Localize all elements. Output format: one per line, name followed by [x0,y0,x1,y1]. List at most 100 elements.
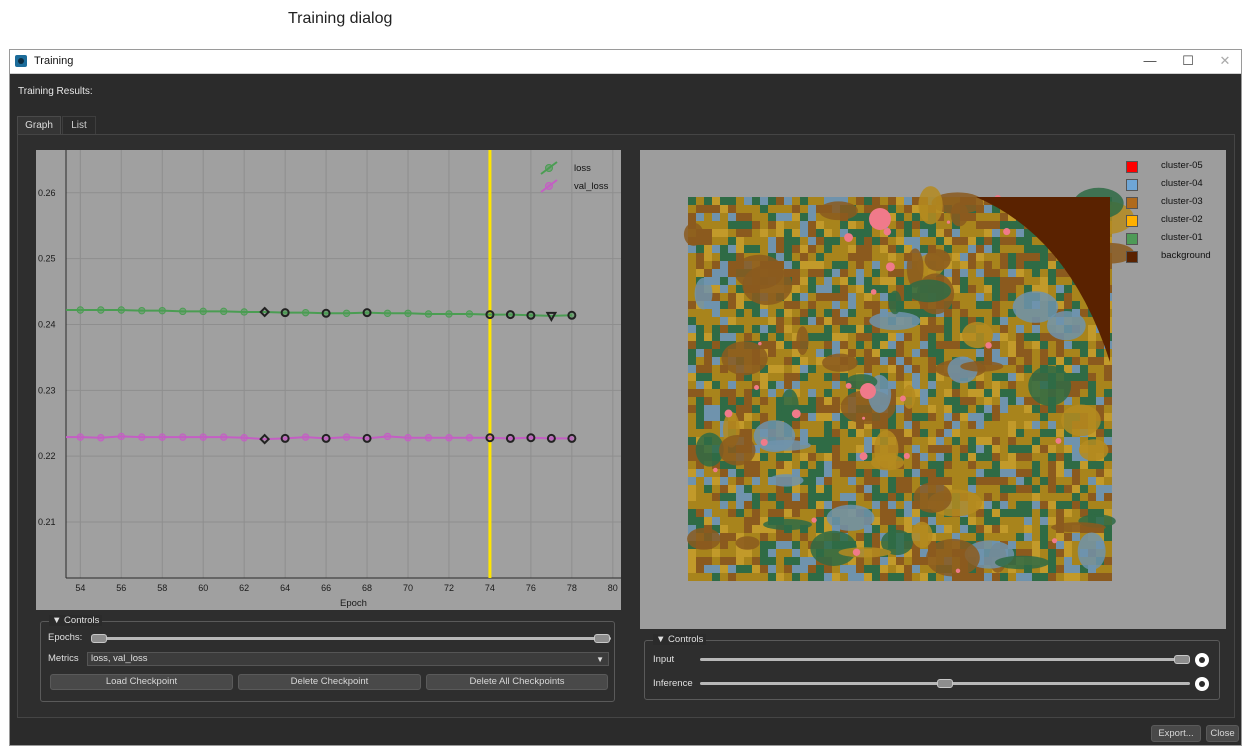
inference-label: Inference [653,678,693,689]
legend-label-loss: loss [574,163,591,174]
point-loss [465,310,474,318]
legend-item-background: background [1126,250,1226,264]
point-val_loss [117,432,125,441]
point-val_loss [179,433,187,441]
x-tick-label: 62 [239,583,249,593]
training-results-label: Training Results: [18,86,93,97]
legend-item-cluster-04: cluster-04 [1126,178,1226,192]
x-tick-label: 74 [485,583,495,593]
point-loss [219,307,228,316]
delete-checkpoint-button[interactable]: Delete Checkpoint [238,674,421,690]
point-val_loss [424,434,433,442]
x-tick-label: 72 [444,583,454,593]
point-val_loss [97,434,105,442]
legend-item-cluster-01: cluster-01 [1126,232,1226,246]
checkpoint-marker-loss [567,310,577,320]
dialog-caption: Training dialog [288,10,393,27]
epochs-slider-end-handle[interactable] [594,634,610,643]
point-loss [97,306,105,314]
point-loss [301,308,310,317]
point-val_loss [301,433,310,441]
close-button[interactable]: Close [1206,725,1239,742]
checkpoint-marker-val_loss [546,433,556,443]
app-icon [15,55,27,67]
point-val_loss [158,433,166,441]
load-checkpoint-button[interactable]: Load Checkpoint [50,674,233,690]
minimize-button[interactable]: — [1135,50,1165,73]
input-slider-handle[interactable] [1174,655,1190,664]
y-tick-label: 0.23 [38,385,56,395]
x-tick-label: 80 [608,583,618,593]
left-controls-title[interactable]: ▼ Controls [49,615,103,626]
point-loss [383,309,392,317]
legend-swatch [1126,233,1138,245]
x-tick-label: 78 [567,583,577,593]
export-button[interactable]: Export... [1151,725,1201,742]
point-loss [424,310,433,318]
legend-item-cluster-02: cluster-02 [1126,214,1226,228]
point-loss [240,308,248,316]
x-axis-label: Epoch [340,598,367,609]
x-tick-label: 54 [75,583,85,593]
legend-swatch [1126,251,1138,263]
checkpoint-marker-loss [362,308,372,318]
point-loss [117,306,125,314]
point-val_loss [342,433,351,441]
point-val_loss [240,434,248,442]
x-tick-label: 68 [362,583,372,593]
legend-label: background [1161,250,1211,261]
input-label: Input [653,654,675,665]
metrics-select[interactable]: loss, val_loss ▼ [87,652,609,666]
tab-list[interactable]: List [62,116,96,134]
legend-swatch [1126,179,1138,191]
point-val_loss [383,432,392,441]
checkpoint-marker-loss [321,308,331,318]
tab-graph[interactable]: Graph [17,116,61,134]
right-controls-title-text: Controls [668,634,704,645]
epochs-slider-track[interactable] [91,637,611,640]
legend-item-cluster-05: cluster-05 [1126,160,1226,174]
chart-svg: 54 56 58 60 62 64 66 68 70 72 74 76 78 80 0.21 0.22 0.23… [38,150,621,609]
epochs-slider-start-handle[interactable] [91,634,107,643]
legend-label: cluster-04 [1161,178,1203,189]
x-tick-label: 64 [280,583,290,593]
point-val_loss [219,433,228,441]
chevron-down-icon: ▼ [596,655,604,664]
point-loss [138,306,146,315]
point-loss [445,310,453,318]
legend-swatch-marker-loss [545,164,553,172]
right-controls-title[interactable]: ▼ Controls [653,634,707,645]
legend-label: cluster-02 [1161,214,1203,225]
inference-visibility-eye-icon[interactable] [1195,677,1209,691]
point-loss [342,309,351,317]
highlight-spot [860,383,876,399]
inference-slider-handle[interactable] [937,679,953,688]
epochs-label: Epochs: [48,632,83,643]
point-val_loss [404,434,412,442]
maximize-button[interactable]: ☐ [1173,50,1203,73]
x-tick-label: 60 [198,583,208,593]
training-chart: 54 56 58 60 62 64 66 68 70 72 74 76 78 80 0.21 0.22 0.23… [36,150,621,610]
input-visibility-eye-icon[interactable] [1195,653,1209,667]
checkpoint-marker-loss [526,310,536,320]
point-loss [199,307,207,316]
point-val_loss [445,434,453,442]
point-val_loss [199,433,207,441]
legend-swatch-marker-val_loss [545,182,553,190]
point-val_loss [138,433,146,441]
delete-all-checkpoints-button[interactable]: Delete All Checkpoints [426,674,608,690]
title-bar: Training — ☐ ✕ [10,50,1241,74]
legend-swatch [1126,197,1138,209]
point-loss [76,306,85,314]
window-title: Training [34,55,74,67]
checkpoint-marker-val_loss [280,433,290,443]
legend-label: cluster-03 [1161,196,1203,207]
x-tick-label: 56 [116,583,126,593]
left-controls-group: ▼ Controls Epochs: Metrics loss, val_los… [40,615,615,702]
close-window-button[interactable]: ✕ [1210,50,1240,73]
input-slider-track[interactable] [700,658,1190,661]
checkpoint-marker-val_loss [567,433,577,443]
inference-image-panel: cluster-05 cluster-04 cluster-03 cluster-02… [640,150,1226,629]
x-tick-label: 70 [403,583,413,593]
checkpoint-marker-loss [505,310,515,320]
